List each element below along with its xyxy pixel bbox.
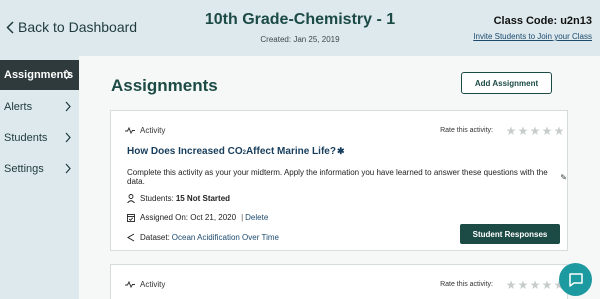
chevron-right-icon: [65, 132, 71, 143]
separator: |: [241, 213, 244, 222]
sidebar-item-students[interactable]: Students: [0, 123, 79, 153]
main-content: Assignments Add Assignment Activity Rate…: [79, 56, 600, 299]
star-icon[interactable]: ★: [517, 278, 529, 292]
sidebar-item-label: Alerts: [4, 101, 33, 113]
star-icon[interactable]: ★: [541, 278, 553, 292]
activity-pulse-icon: [125, 281, 135, 288]
share-icon: [127, 233, 135, 242]
chevron-right-icon: [65, 101, 71, 112]
assignment-card: Activity Rate this activity: ★ ★ ★ ★ ★ H…: [110, 110, 568, 251]
gear-icon: ✱: [336, 146, 345, 156]
activity-description: Complete this activity as your your midt…: [127, 168, 567, 186]
star-icon[interactable]: ★: [505, 124, 517, 138]
star-icon[interactable]: ★: [529, 124, 541, 138]
star-icon[interactable]: ★: [517, 124, 529, 138]
description-text: Complete this activity as your your midt…: [127, 168, 548, 186]
students-label: Students:: [140, 194, 174, 203]
dataset-link[interactable]: Ocean Acidification Over Time: [172, 233, 279, 242]
star-icon[interactable]: ★: [529, 278, 541, 292]
activity-title-text: How Does Increased CO: [127, 146, 243, 157]
rating-stars: ★ ★ ★ ★ ★: [505, 124, 565, 138]
rate-label: Rate this activity:: [440, 127, 493, 134]
star-icon[interactable]: ★: [541, 124, 553, 138]
sidebar-item-label: Students: [4, 132, 48, 144]
chat-button[interactable]: [559, 263, 592, 296]
sidebar-item-label: Assignments: [4, 69, 74, 81]
delete-link[interactable]: Delete: [245, 213, 268, 222]
add-assignment-button[interactable]: Add Assignment: [461, 72, 552, 94]
activity-type: Activity: [125, 126, 165, 135]
invite-students-link[interactable]: Invite Students to Join your Class: [473, 32, 592, 41]
class-code: Class Code: u2n13: [493, 15, 592, 27]
activity-type: Activity: [125, 280, 165, 289]
assigned-date: Assigned On: Oct 21, 2020: [140, 213, 237, 222]
sidebar-item-label: Settings: [4, 163, 44, 175]
chat-bubble-icon: [568, 272, 583, 287]
pencil-icon[interactable]: ✎: [560, 173, 567, 182]
sidebar-item-alerts[interactable]: Alerts: [0, 92, 79, 122]
calendar-check-icon: [127, 214, 135, 222]
dataset-row: Dataset: Ocean Acidification Over Time: [127, 233, 279, 242]
assignment-card: Activity Rate this activity: ★ ★ ★ ★ ★: [110, 264, 568, 299]
star-icon[interactable]: ★: [505, 278, 517, 292]
students-value: 15 Not Started: [175, 194, 231, 203]
star-icon[interactable]: ★: [553, 124, 565, 138]
activity-title-text-end: Affect Marine Life?: [245, 146, 336, 157]
activity-type-label: Activity: [140, 126, 166, 135]
top-header: Back to Dashboard 10th Grade-Chemistry -…: [0, 0, 600, 56]
students-row: Students: 15 Not Started: [127, 194, 230, 203]
chevron-right-icon: [65, 69, 71, 80]
assigned-row: Assigned On: Oct 21, 2020 | Delete: [127, 213, 268, 222]
rating-stars: ★ ★ ★ ★ ★: [505, 278, 565, 292]
person-icon: [127, 194, 135, 203]
activity-title-link[interactable]: How Does Increased CO 2 Affect Marine Lif…: [127, 146, 345, 157]
section-title: Assignments: [111, 76, 218, 95]
sidebar-item-assignments[interactable]: Assignments: [0, 60, 79, 90]
dataset-label: Dataset:: [140, 233, 170, 242]
student-responses-button[interactable]: Student Responses: [460, 224, 560, 244]
chevron-right-icon: [65, 163, 71, 174]
sidebar-item-settings[interactable]: Settings: [0, 154, 79, 184]
activity-pulse-icon: [125, 127, 135, 134]
sidebar: Assignments Alerts Students Settings: [0, 56, 79, 299]
rate-label: Rate this activity:: [440, 281, 493, 288]
activity-type-label: Activity: [140, 280, 166, 289]
